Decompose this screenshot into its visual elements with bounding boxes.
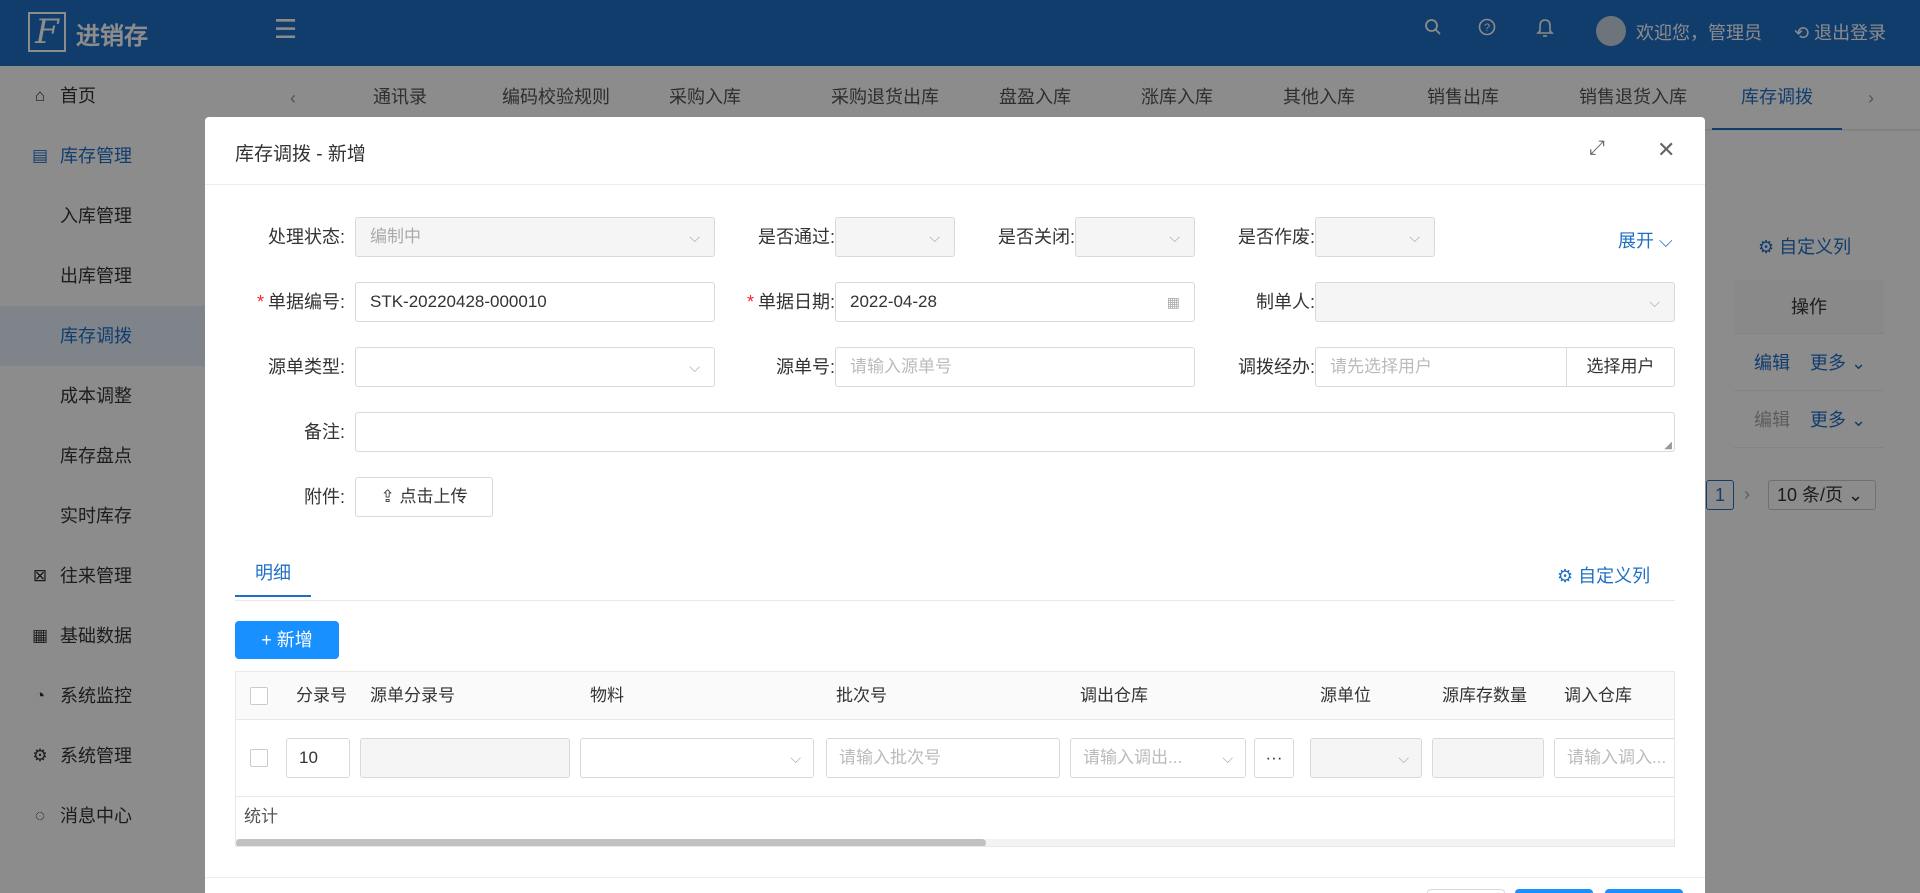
divider	[235, 600, 1675, 601]
add-row-label: 新增	[276, 630, 313, 650]
doc-date-label: * 单据日期:	[715, 282, 835, 322]
chevron-down-icon: ⌵	[929, 229, 940, 245]
col-in-warehouse[interactable]: 调入仓库	[1564, 672, 1632, 720]
add-row-button[interactable]: + 新增	[235, 621, 339, 659]
footer-cancel-button[interactable]	[1427, 889, 1505, 893]
modal-title: 库存调拨 - 新增	[235, 144, 366, 165]
in-warehouse-placeholder: 请输入调入...	[1567, 748, 1667, 767]
handler-placeholder: 请先选择用户	[1330, 357, 1432, 376]
handler-label: 调拨经办:	[1237, 357, 1315, 377]
doc-date-picker[interactable]: 2022-04-28 ▦	[835, 282, 1195, 322]
custom-columns-link[interactable]: ⚙ 自定义列	[1557, 562, 1650, 588]
col-src-stock-qty[interactable]: 源库存数量	[1442, 672, 1527, 720]
close-icon[interactable]: ✕	[1657, 137, 1675, 163]
src-no-label: 源单号:	[775, 357, 835, 377]
passed-label: 是否通过:	[757, 227, 835, 247]
void-select[interactable]: ⌵	[1315, 217, 1435, 257]
remark-textarea[interactable]: ◢	[355, 412, 1675, 452]
upload-label: 点击上传	[399, 487, 468, 506]
chevron-down-icon: ⌵	[790, 750, 801, 766]
select-all-checkbox[interactable]	[250, 687, 268, 705]
chevron-down-icon: ⌵	[1169, 229, 1180, 245]
creator-select[interactable]: ⌵	[1315, 282, 1675, 322]
src-no-input[interactable]: 请输入源单号	[835, 347, 1195, 387]
chevron-down-icon: ⌵	[1649, 294, 1660, 310]
grid-header: 分录号 源单分录号 物料 批次号 调出仓库 源单位 源库存数量 调入仓库	[236, 672, 1674, 720]
creator-label: 制单人:	[1255, 292, 1315, 312]
col-entry-no[interactable]: 分录号	[296, 672, 347, 720]
select-user-button[interactable]: 选择用户	[1566, 347, 1675, 387]
closed-select[interactable]: ⌵	[1075, 217, 1195, 257]
src-entry-no-input[interactable]	[360, 738, 570, 778]
status-value: 编制中	[370, 227, 421, 246]
tab-detail[interactable]: 明细	[235, 553, 311, 597]
chevron-down-icon: ⌵	[689, 229, 700, 245]
upload-icon: ⇪	[380, 487, 400, 506]
expand-link[interactable]: 展开 ⌵	[1618, 227, 1673, 253]
custom-columns-label: 自定义列	[1578, 566, 1651, 586]
ellipsis-icon: ···	[1265, 748, 1283, 767]
src-stock-qty-input[interactable]	[1432, 738, 1544, 778]
col-src-entry-no[interactable]: 源单分录号	[370, 672, 455, 720]
batch-no-input[interactable]: 请输入批次号	[826, 738, 1060, 778]
closed-label: 是否关闭:	[997, 227, 1075, 247]
footer-save-button[interactable]	[1515, 889, 1593, 893]
remark-label: 备注:	[303, 422, 345, 442]
doc-date-value: 2022-04-28	[850, 292, 937, 311]
src-unit-select[interactable]: ⌵	[1310, 738, 1422, 778]
fullscreen-icon[interactable]: ⤢	[1589, 137, 1605, 160]
src-type-select[interactable]: ⌵	[355, 347, 715, 387]
status-select[interactable]: 编制中 ⌵	[355, 217, 715, 257]
chevron-down-icon: ⌵	[1409, 229, 1420, 245]
modal-header: 库存调拨 - 新增 ⤢ ✕	[205, 117, 1705, 185]
gear-icon: ⚙	[1557, 566, 1579, 586]
more-options-button[interactable]: ···	[1254, 738, 1294, 778]
entry-no-input[interactable]: 10	[286, 738, 350, 778]
horizontal-scrollbar[interactable]	[236, 839, 1674, 846]
batch-no-placeholder: 请输入批次号	[839, 748, 941, 767]
doc-no-input[interactable]: STK-20220428-000010	[355, 282, 715, 322]
required-mark: *	[256, 292, 264, 312]
upload-button[interactable]: ⇪ 点击上传	[355, 477, 493, 517]
src-type-label: 源单类型:	[267, 357, 345, 377]
chevron-down-icon: ⌵	[1398, 750, 1409, 766]
chevron-down-icon: ⌵	[689, 359, 700, 375]
handler-input[interactable]: 请先选择用户	[1315, 347, 1567, 387]
chevron-down-icon: ⌵	[1222, 750, 1233, 766]
doc-no-label: * 单据编号:	[235, 282, 345, 322]
modal-footer-divider	[205, 877, 1705, 878]
status-label: 处理状态:	[267, 227, 345, 247]
scrollbar-thumb[interactable]	[236, 839, 986, 846]
void-label: 是否作废:	[1237, 227, 1315, 247]
col-batch-no[interactable]: 批次号	[836, 672, 887, 720]
calendar-icon: ▦	[1166, 294, 1180, 310]
doc-no-label-text: 单据编号:	[267, 292, 345, 312]
col-src-unit[interactable]: 源单位	[1320, 672, 1371, 720]
detail-grid: 分录号 源单分录号 物料 批次号 调出仓库 源单位 源库存数量 调入仓库 10 …	[235, 671, 1675, 847]
out-warehouse-select[interactable]: 请输入调出... ⌵	[1070, 738, 1246, 778]
out-warehouse-placeholder: 请输入调出...	[1083, 748, 1183, 767]
attach-label: 附件:	[303, 487, 345, 507]
row-checkbox[interactable]	[250, 749, 268, 767]
expand-label: 展开	[1618, 231, 1654, 251]
material-select[interactable]: ⌵	[580, 738, 814, 778]
required-mark: *	[746, 292, 754, 312]
chevron-down-icon: ⌵	[1659, 231, 1673, 251]
transfer-modal: 库存调拨 - 新增 ⤢ ✕ 处理状态: 编制中 ⌵ 是否通过: ⌵ 是否关闭: ⌵…	[205, 117, 1705, 893]
col-material[interactable]: 物料	[590, 672, 624, 720]
in-warehouse-select[interactable]: 请输入调入...	[1554, 738, 1674, 778]
footer-submit-button[interactable]	[1605, 889, 1683, 893]
doc-date-label-text: 单据日期:	[757, 292, 835, 312]
plus-icon: +	[261, 630, 277, 650]
grid-summary: 统计	[236, 796, 1674, 836]
resize-handle-icon[interactable]: ◢	[1664, 440, 1672, 451]
passed-select[interactable]: ⌵	[835, 217, 955, 257]
col-out-warehouse[interactable]: 调出仓库	[1080, 672, 1148, 720]
src-no-placeholder: 请输入源单号	[850, 357, 952, 376]
